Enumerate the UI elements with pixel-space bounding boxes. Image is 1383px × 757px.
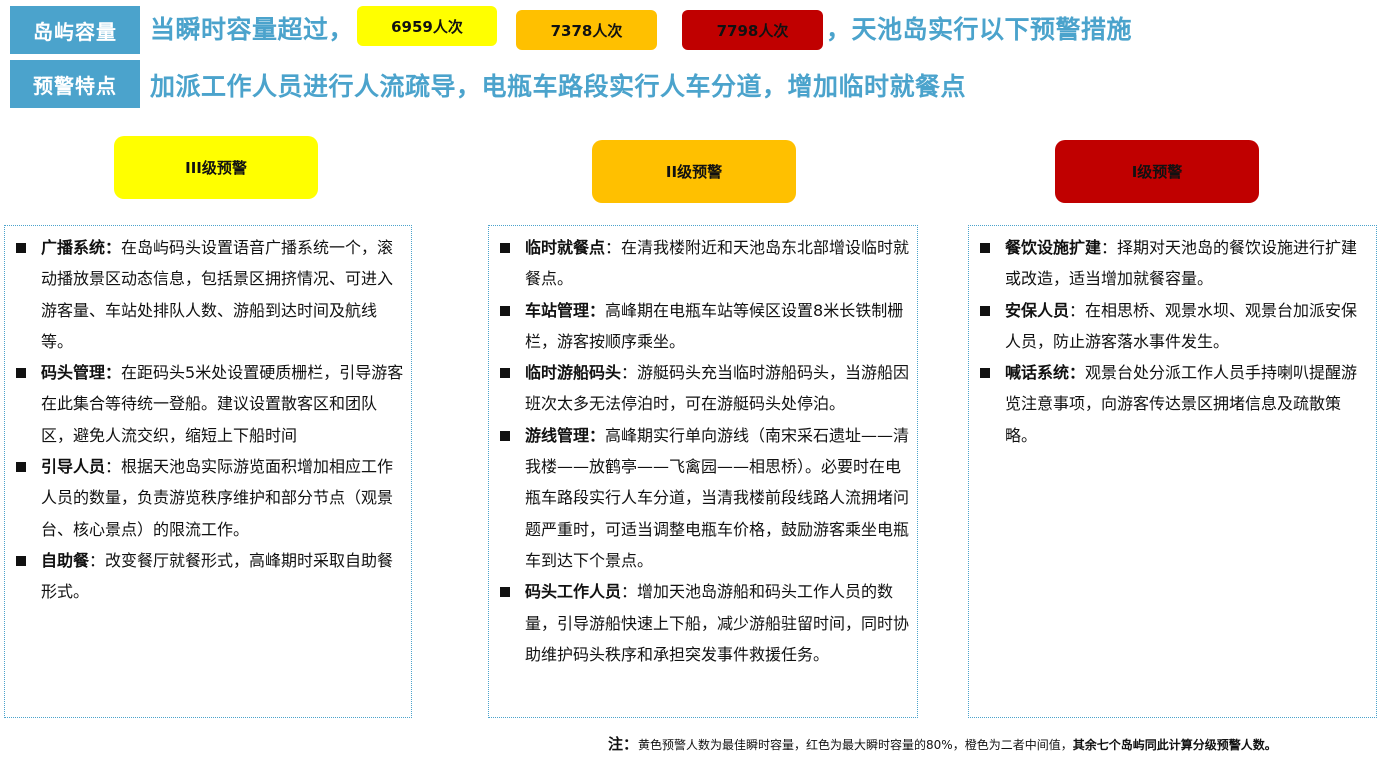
item-title: 车站管理：: [525, 300, 606, 320]
item-title: 广播系统：: [41, 238, 122, 257]
level-2-measures-panel: 临时就餐点：在清我楼附近和天池岛东北部增设临时就餐点。 车站管理：高峰期在电瓶车…: [488, 225, 918, 718]
list-item: 自助餐：改变餐厅就餐形式，高峰期时采取自助餐形式。: [15, 545, 407, 608]
level-1-label: I级预警: [1131, 163, 1183, 181]
level-1-measures-list: 餐饮设施扩建：择期对天池岛的餐饮设施进行扩建或改造，适当增加就餐容量。 安保人员…: [979, 232, 1372, 451]
item-title: 餐饮设施扩建: [1005, 238, 1102, 257]
list-item: 码头管理：在距码头5米处设置硬质栅栏，引导游客在此集合等待统一登船。建议设置散客…: [15, 357, 407, 451]
level-2-warning: II级预警: [592, 140, 796, 203]
item-title: 码头管理：: [41, 363, 122, 383]
list-item: 游线管理：高峰期实行单向游线（南宋采石遗址——清我楼——放鹤亭——飞禽园——相思…: [499, 420, 913, 576]
item-text: 高峰期实行单向游线（南宋采石遗址——清我楼——放鹤亭——飞禽园——相思桥）。必要…: [525, 425, 910, 570]
list-item: 引导人员：根据天池岛实际游览面积增加相应工作人员的数量，负责游览秩序维护和部分节…: [15, 451, 407, 545]
item-title: 安保人员: [1005, 300, 1070, 320]
footnote: 注：黄色预警人数为最佳瞬时容量，红色为最大瞬时容量的80%，橙色为二者中间值，其…: [608, 733, 1277, 754]
item-title: 临时游船码头: [525, 363, 622, 383]
level-3-warning: III级预警: [114, 136, 318, 199]
list-item: 安保人员：在相思桥、观景水坝、观景台加派安保人员，防止游客落水事件发生。: [979, 295, 1372, 358]
item-title: 码头工作人员: [525, 582, 622, 602]
list-item: 码头工作人员：增加天池岛游船和码头工作人员的数量，引导游船快速上下船，减少游船驻…: [499, 576, 913, 670]
threshold-yellow-badge: 6959人次: [357, 6, 497, 46]
level-2-measures-list: 临时就餐点：在清我楼附近和天池岛东北部增设临时就餐点。 车站管理：高峰期在电瓶车…: [499, 232, 913, 670]
list-item: 临时就餐点：在清我楼附近和天池岛东北部增设临时就餐点。: [499, 232, 913, 295]
level-3-measures-list: 广播系统：在岛屿码头设置语音广播系统一个，滚动播放景区动态信息，包括景区拥挤情况…: [15, 232, 407, 608]
list-item: 餐饮设施扩建：择期对天池岛的餐饮设施进行扩建或改造，适当增加就餐容量。: [979, 232, 1372, 295]
footnote-prefix: 注：: [608, 735, 639, 753]
list-item: 广播系统：在岛屿码头设置语音广播系统一个，滚动播放景区动态信息，包括景区拥挤情况…: [15, 232, 407, 357]
level-1-measures-panel: 餐饮设施扩建：择期对天池岛的餐饮设施进行扩建或改造，适当增加就餐容量。 安保人员…: [968, 225, 1377, 718]
threshold-red-text: 7798人次: [716, 21, 789, 40]
capacity-label-text: 岛屿容量: [33, 19, 117, 44]
threshold-orange-text: 7378人次: [550, 21, 623, 40]
level-3-measures-panel: 广播系统：在岛屿码头设置语音广播系统一个，滚动播放景区动态信息，包括景区拥挤情况…: [4, 225, 412, 718]
level-1-warning: I级预警: [1055, 140, 1259, 203]
capacity-label: 岛屿容量: [10, 6, 140, 54]
item-title: 临时就餐点: [525, 238, 606, 257]
item-title: 喊话系统：: [1005, 363, 1086, 383]
level-2-label: II级预警: [665, 163, 723, 181]
footnote-text: 黄色预警人数为最佳瞬时容量，红色为最大瞬时容量的80%，橙色为二者中间值，: [638, 738, 1073, 752]
capacity-headline-prefix: 当瞬时容量超过，: [150, 15, 355, 44]
list-item: 喊话系统：观景台处分派工作人员手持喇叭提醒游览注意事项，向游客传达景区拥堵信息及…: [979, 357, 1372, 451]
threshold-yellow-text: 6959人次: [391, 17, 463, 36]
list-item: 临时游船码头：游艇码头充当临时游船码头，当游船因班次太多无法停泊时，可在游艇码头…: [499, 357, 913, 420]
feature-label-text: 预警特点: [33, 73, 117, 98]
item-title: 游线管理：: [525, 425, 606, 445]
feature-headline: 加派工作人员进行人流疏导，电瓶车路段实行人车分道，增加临时就餐点: [150, 72, 967, 101]
footnote-bold-tail: 其余七个岛屿同此计算分级预警人数。: [1072, 738, 1277, 752]
item-text: ：改变餐厅就餐形式，高峰期时采取自助餐形式。: [41, 550, 394, 602]
item-title: 自助餐: [41, 550, 90, 570]
threshold-red-badge: 7798人次: [682, 10, 823, 50]
capacity-headline-suffix: ，天池岛实行以下预警措施: [826, 15, 1133, 44]
list-item: 车站管理：高峰期在电瓶车站等候区设置8米长铁制栅栏，游客按顺序乘坐。: [499, 295, 913, 358]
level-3-label: III级预警: [185, 159, 247, 177]
feature-label: 预警特点: [10, 60, 140, 108]
item-title: 引导人员: [41, 457, 106, 477]
threshold-orange-badge: 7378人次: [516, 10, 657, 50]
